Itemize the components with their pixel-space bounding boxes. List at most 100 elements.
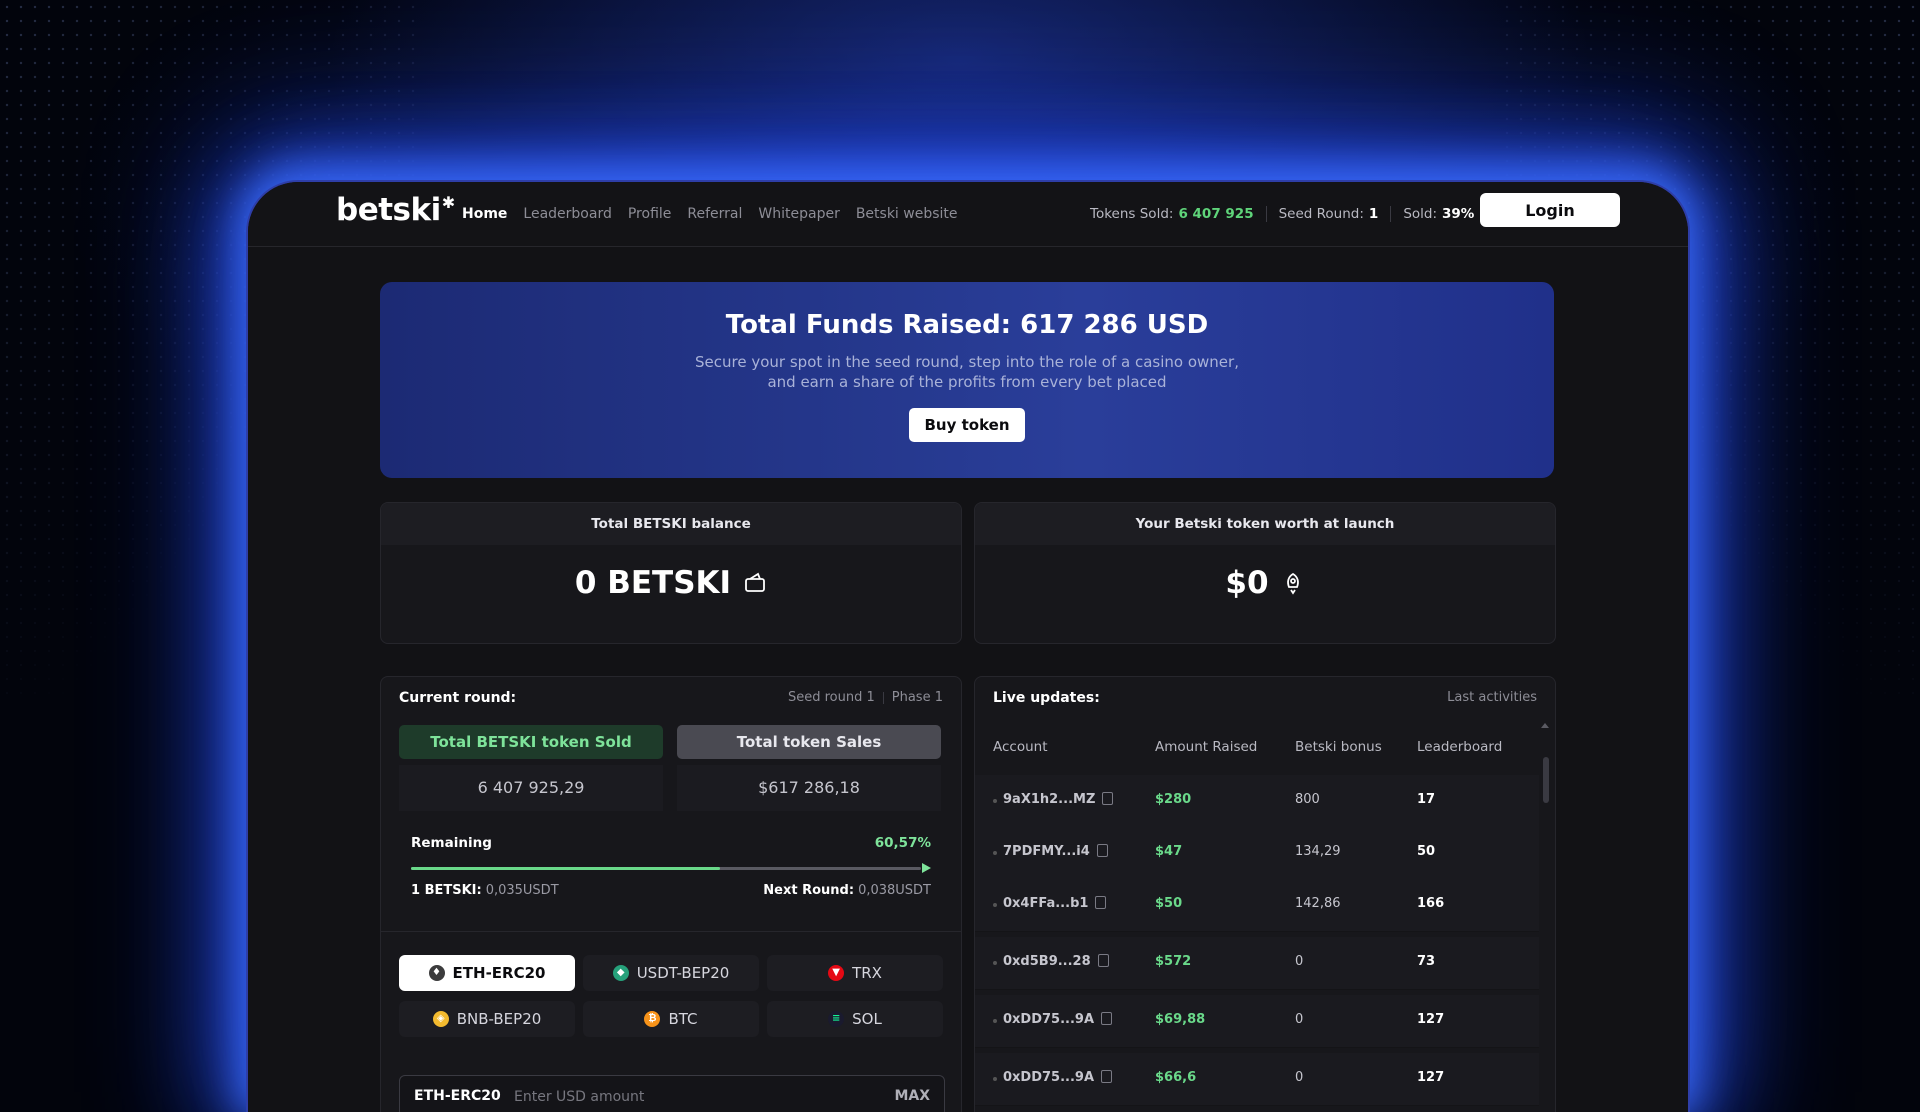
launch-worth-title: Your Betski token worth at launch <box>975 503 1555 545</box>
account-cell: 0x4FFa...b1 <box>1003 896 1107 911</box>
live-updates-header: Live updates: Last activities <box>975 677 1555 719</box>
banner-subtitle: Secure your spot in the seed round, step… <box>667 352 1267 392</box>
seed-round-text: Seed round 1 <box>787 690 875 705</box>
nav-betski-website[interactable]: Betski website <box>856 206 958 222</box>
logo-star-icon: ✱ <box>441 193 455 212</box>
bonus-cell: 0 <box>1295 954 1304 969</box>
account-address: 7PDFMY...i4 <box>1003 844 1090 859</box>
nav-leaderboard[interactable]: Leaderboard <box>523 206 611 222</box>
solana-icon: ≡ <box>828 1011 845 1027</box>
usd-amount-input[interactable] <box>512 1084 856 1110</box>
tab-token-sales[interactable]: Total token Sales <box>677 725 941 759</box>
row-bullet <box>993 961 997 965</box>
balance-card-title: Total BETSKI balance <box>381 503 961 545</box>
sale-stats: Tokens Sold: 6 407 925 Seed Round: 1 Sol… <box>1090 206 1474 222</box>
account-address: 0x4FFa...b1 <box>1003 896 1089 911</box>
logo-text: betski <box>336 192 441 228</box>
tab-token-sold[interactable]: Total BETSKI token Sold <box>399 725 663 759</box>
coin-trx[interactable]: ▼ TRX <box>767 955 943 991</box>
next-round-value: 0,038USDT <box>858 883 931 898</box>
balance-value: 0 BETSKI <box>574 565 732 601</box>
bonus-cell: 142,86 <box>1295 896 1341 911</box>
betski-logo[interactable]: betski✱ <box>336 192 455 228</box>
phase-text: Phase 1 <box>891 690 943 705</box>
bnb-icon: ◈ <box>432 1011 449 1027</box>
nav-profile[interactable]: Profile <box>628 206 672 222</box>
last-activities-label: Last activities <box>1447 690 1537 705</box>
leaderboard-cell: 166 <box>1417 896 1445 911</box>
bitcoin-icon: ₿ <box>644 1011 661 1027</box>
copy-icon[interactable] <box>1095 896 1107 909</box>
banner-subtitle-line-2: and earn a share of the profits from eve… <box>767 373 1167 391</box>
copy-icon[interactable] <box>1101 1012 1113 1025</box>
balance-value-row: 0 BETSKI <box>381 565 961 601</box>
coin-label: USDT-BEP20 <box>636 964 730 982</box>
seed-round-label: Seed Round: <box>1278 206 1364 222</box>
launch-worth-value: $0 <box>1225 565 1269 601</box>
bonus-cell: 0 <box>1295 1070 1304 1085</box>
coin-sol[interactable]: ≡ SOL <box>767 1001 943 1037</box>
funds-raised-banner: Total Funds Raised: 617 286 USD Secure y… <box>380 282 1554 478</box>
account-cell: 7PDFMY...i4 <box>1003 844 1108 859</box>
copy-icon[interactable] <box>1101 1070 1113 1083</box>
rocket-icon <box>1286 572 1299 595</box>
token-price: 1 BETSKI: 0,035USDT <box>411 883 559 898</box>
col-betski-bonus: Betski bonus <box>1295 739 1382 755</box>
nav-home[interactable]: Home <box>462 206 507 222</box>
scroll-up-arrow-icon[interactable] <box>1541 723 1549 728</box>
nav-referral[interactable]: Referral <box>687 206 742 222</box>
col-amount-raised: Amount Raised <box>1155 739 1258 755</box>
progress-arrow-icon <box>922 863 931 873</box>
leaderboard-cell: 50 <box>1417 844 1436 859</box>
balance-card: Total BETSKI balance 0 BETSKI <box>380 502 962 644</box>
amount-cell: $50 <box>1155 896 1183 911</box>
table-row: 7PDFMY...i4 $47 134,29 50 <box>975 827 1539 880</box>
row-bullet <box>993 799 997 803</box>
row-bullet <box>993 1019 997 1023</box>
app-window: betski✱ Home Leaderboard Profile Referra… <box>246 180 1690 1112</box>
coin-label: TRX <box>852 964 882 982</box>
copy-icon[interactable] <box>1102 792 1114 805</box>
sold-label: Sold: <box>1403 206 1438 222</box>
leaderboard-cell: 17 <box>1417 792 1436 807</box>
live-updates-column-headers: Account Amount Raised Betski bonus Leade… <box>975 719 1539 775</box>
launch-worth-value-row: $0 <box>975 565 1555 601</box>
stats-divider <box>1265 206 1267 222</box>
max-button[interactable]: MAX <box>894 1088 930 1104</box>
coin-label: BNB-BEP20 <box>456 1010 542 1028</box>
col-account: Account <box>993 739 1048 755</box>
banner-subtitle-line-1: Secure your spot in the seed round, step… <box>695 353 1239 371</box>
live-updates-panel: Live updates: Last activities Account Am… <box>974 676 1556 1112</box>
current-round-header: Current round: Seed round 1 Phase 1 <box>381 677 961 719</box>
row-bullet <box>993 1077 997 1081</box>
token-sold-value: 6 407 925,29 <box>399 765 663 811</box>
login-button[interactable]: Login <box>1480 193 1620 227</box>
next-round-price: Next Round: 0,038USDT <box>763 883 931 898</box>
coin-eth-erc20[interactable]: ♦ ETH-ERC20 <box>399 955 575 991</box>
coin-label: SOL <box>852 1010 882 1028</box>
coin-btc[interactable]: ₿ BTC <box>583 1001 759 1037</box>
account-cell: 9aX1h2...MZ <box>1003 792 1114 807</box>
next-round-label: Next Round: <box>763 883 855 898</box>
account-cell: 0xDD75...9A <box>1003 1070 1113 1085</box>
tokens-sold-value: 6 407 925 <box>1178 206 1254 222</box>
buy-token-button[interactable]: Buy token <box>909 408 1025 442</box>
account-address: 9aX1h2...MZ <box>1003 792 1096 807</box>
coin-bnb-bep20[interactable]: ◈ BNB-BEP20 <box>399 1001 575 1037</box>
copy-icon[interactable] <box>1096 844 1108 857</box>
account-cell: 0xDD75...9A <box>1003 1012 1113 1027</box>
launch-worth-card: Your Betski token worth at launch $0 <box>974 502 1556 644</box>
amount-cell: $66,6 <box>1155 1070 1197 1085</box>
copy-icon[interactable] <box>1097 954 1109 967</box>
token-price-label: 1 BETSKI: <box>411 883 482 898</box>
coin-usdt-bep20[interactable]: ◆ USDT-BEP20 <box>583 955 759 991</box>
account-address: 0xDD75...9A <box>1003 1012 1095 1027</box>
live-updates-title: Live updates: <box>993 690 1100 706</box>
bonus-cell: 800 <box>1295 792 1320 807</box>
col-leaderboard: Leaderboard <box>1417 739 1503 755</box>
nav-whitepaper[interactable]: Whitepaper <box>758 206 839 222</box>
scrollbar-thumb[interactable] <box>1543 757 1549 803</box>
panel-divider <box>381 931 961 932</box>
tron-icon: ▼ <box>828 965 845 981</box>
token-price-value: 0,035USDT <box>485 883 559 898</box>
